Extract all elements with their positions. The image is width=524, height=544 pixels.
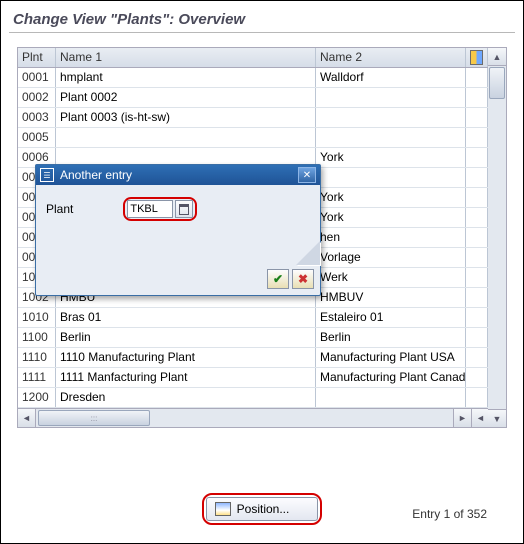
cell-pad [466, 228, 488, 247]
table-row[interactable]: 11101110 Manufacturing PlantManufacturin… [18, 348, 507, 368]
cell-name2: Walldorf [316, 68, 466, 87]
hscroll-thumb[interactable]: ::: [38, 410, 150, 426]
cell-pad [466, 128, 488, 147]
vertical-scrollbar[interactable]: ▲ ▼ [488, 47, 507, 428]
col-header-name1[interactable]: Name 1 [56, 48, 316, 67]
cell-name2 [316, 128, 466, 147]
cell-name2: Berlin [316, 328, 466, 347]
hscroll-left-button[interactable]: ◄ [18, 409, 36, 427]
dialog-title: Another entry [60, 168, 132, 182]
vscroll-thumb[interactable] [489, 67, 505, 99]
cell-pad [466, 288, 488, 307]
plant-search-help-button[interactable] [175, 200, 193, 218]
cell-plnt: 0001 [18, 68, 56, 87]
cell-pad [466, 188, 488, 207]
another-entry-dialog: ☰ Another entry ✕ Plant ✔ ✖ [35, 164, 321, 296]
cell-name1: hmplant [56, 68, 316, 87]
cell-plnt: 1100 [18, 328, 56, 347]
cell-name2: Estaleiro 01 [316, 308, 466, 327]
cell-name2: Manufacturing Plant USA [316, 348, 466, 367]
dialog-close-button[interactable]: ✕ [298, 167, 316, 183]
table-header-row: Plnt Name 1 Name 2 [18, 48, 507, 68]
cell-name2 [316, 108, 466, 127]
position-icon [215, 502, 231, 516]
search-help-icon [179, 204, 189, 215]
configure-columns-button[interactable] [466, 48, 488, 67]
cell-pad [466, 108, 488, 127]
col-header-name2[interactable]: Name 2 [316, 48, 466, 67]
cell-name2: York [316, 148, 466, 167]
cell-name1: Berlin [56, 328, 316, 347]
check-icon: ✔ [273, 272, 283, 286]
cell-pad [466, 368, 488, 387]
dialog-cancel-button[interactable]: ✖ [292, 269, 314, 289]
cell-pad [466, 148, 488, 167]
dialog-titlebar[interactable]: ☰ Another entry ✕ [36, 165, 320, 185]
dialog-ok-button[interactable]: ✔ [267, 269, 289, 289]
plant-input[interactable] [127, 200, 173, 218]
plant-input-highlight [123, 197, 197, 221]
position-button-highlight: Position... [202, 493, 323, 525]
cell-name2: Werk [316, 268, 466, 287]
cell-pad [466, 68, 488, 87]
cell-pad [466, 268, 488, 287]
cell-name2: Vorlage [316, 248, 466, 267]
entry-counter: Entry 1 of 352 [412, 507, 487, 521]
table-row[interactable]: 0001hmplantWalldorf [18, 68, 507, 88]
table-row[interactable]: 0002Plant 0002 [18, 88, 507, 108]
cell-name2 [316, 388, 466, 407]
cell-pad [466, 308, 488, 327]
cell-pad [466, 348, 488, 367]
table-settings-icon [470, 50, 483, 65]
cell-plnt: 1010 [18, 308, 56, 327]
cell-name2: hen [316, 228, 466, 247]
cell-name1: Bras 01 [56, 308, 316, 327]
cell-pad [466, 88, 488, 107]
dialog-system-icon: ☰ [40, 168, 54, 182]
table-row[interactable]: 0005 [18, 128, 507, 148]
cell-plnt: 1110 [18, 348, 56, 367]
page-title: Change View "Plants": Overview [1, 1, 523, 32]
table-row[interactable]: 0003Plant 0003 (is-ht-sw) [18, 108, 507, 128]
cell-plnt: 0003 [18, 108, 56, 127]
cell-name1: 1110 Manufacturing Plant [56, 348, 316, 367]
cell-plnt: 0005 [18, 128, 56, 147]
cell-pad [466, 388, 488, 407]
cell-name1 [56, 128, 316, 147]
table-row[interactable]: 1010Bras 01Estaleiro 01 [18, 308, 507, 328]
title-divider [9, 32, 515, 33]
cell-name1: Plant 0002 [56, 88, 316, 107]
cell-plnt: 1200 [18, 388, 56, 407]
vscroll-up-button[interactable]: ▲ [488, 48, 506, 66]
hscroll2-left-button[interactable]: ◄ [471, 409, 489, 427]
hscroll-right-button[interactable]: ► [453, 409, 471, 427]
cell-pad [466, 328, 488, 347]
cell-name2 [316, 168, 466, 187]
cell-plnt: 0002 [18, 88, 56, 107]
table-row[interactable]: 11111111 Manfacturing PlantManufacturing… [18, 368, 507, 388]
cell-pad [466, 208, 488, 227]
cell-name2: York [316, 208, 466, 227]
cell-name2: HMBUV [316, 288, 466, 307]
cell-name2 [316, 88, 466, 107]
cell-name2: York [316, 188, 466, 207]
plant-field-label: Plant [46, 202, 73, 216]
position-button-label: Position... [237, 502, 290, 516]
cell-name1: 1111 Manfacturing Plant [56, 368, 316, 387]
table-row[interactable]: 1100BerlinBerlin [18, 328, 507, 348]
cell-name2: Manufacturing Plant Canada [316, 368, 466, 387]
position-button[interactable]: Position... [206, 497, 319, 521]
vscroll-track[interactable] [488, 66, 506, 409]
vscroll-down-button[interactable]: ▼ [488, 409, 506, 427]
cell-plnt: 1111 [18, 368, 56, 387]
hscroll-track[interactable]: ::: [36, 409, 453, 427]
table-row[interactable]: 1200Dresden [18, 388, 507, 408]
horizontal-scrollbar[interactable]: ◄ ::: ► ◄ ► [17, 409, 507, 428]
cell-name1: Plant 0003 (is-ht-sw) [56, 108, 316, 127]
cell-pad [466, 168, 488, 187]
cell-pad [466, 248, 488, 267]
col-header-plnt[interactable]: Plnt [18, 48, 56, 67]
cancel-icon: ✖ [298, 272, 308, 286]
cell-name1: Dresden [56, 388, 316, 407]
